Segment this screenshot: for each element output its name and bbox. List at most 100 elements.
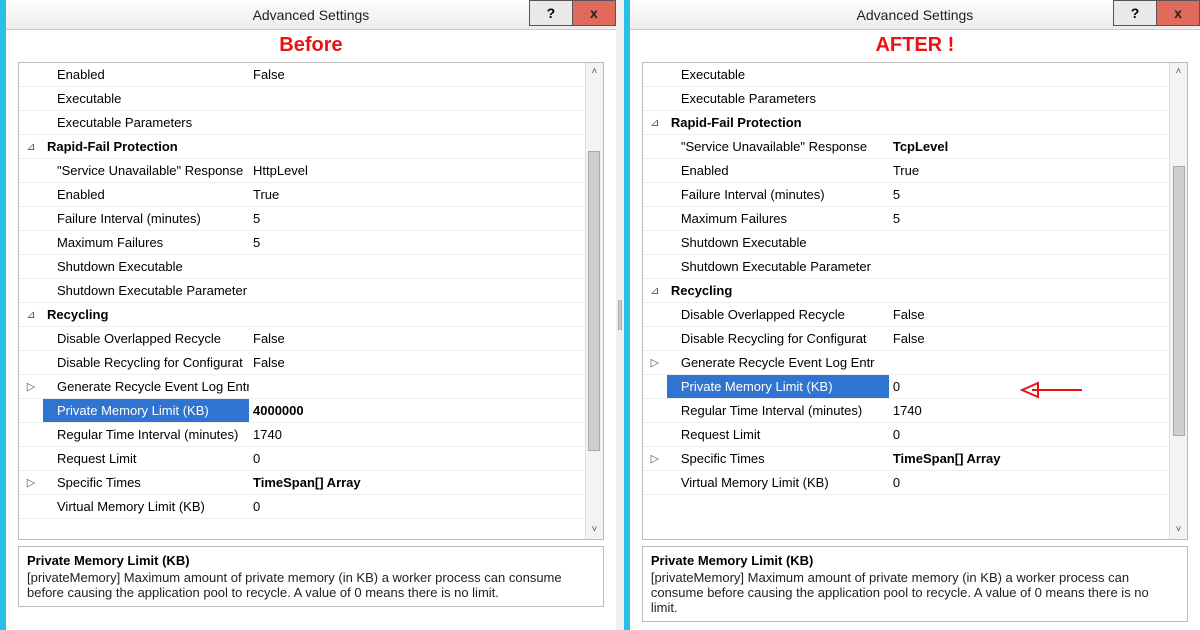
scroll-down-icon[interactable]: ˅ — [591, 521, 597, 539]
property-value[interactable] — [889, 87, 1169, 110]
gutter — [19, 159, 43, 182]
splitter[interactable] — [616, 0, 624, 630]
property-row[interactable]: Disable Overlapped RecycleFalse — [643, 303, 1169, 327]
property-row[interactable]: Shutdown Executable Parameter — [19, 279, 585, 303]
property-row[interactable]: "Service Unavailable" Response TcpLevel — [643, 135, 1169, 159]
property-row[interactable]: Maximum Failures5 — [19, 231, 585, 255]
property-row[interactable]: Virtual Memory Limit (KB)0 — [643, 471, 1169, 495]
property-value[interactable] — [249, 135, 585, 158]
property-value[interactable]: 0 — [249, 495, 585, 518]
property-row[interactable]: ▷Specific TimesTimeSpan[] Array — [19, 471, 585, 495]
property-row[interactable]: Disable Recycling for ConfiguratFalse — [643, 327, 1169, 351]
property-row[interactable]: Regular Time Interval (minutes)1740 — [19, 423, 585, 447]
property-row[interactable]: ⊿Rapid-Fail Protection — [19, 135, 585, 159]
property-value[interactable]: 1740 — [249, 423, 585, 446]
scrollbar[interactable]: ˄ ˅ — [585, 63, 603, 539]
property-row[interactable]: ▷Generate Recycle Event Log Entr — [19, 375, 585, 399]
property-value[interactable] — [249, 303, 585, 326]
property-value[interactable]: TimeSpan[] Array — [889, 447, 1169, 470]
property-row[interactable]: Executable — [643, 63, 1169, 87]
expand-icon[interactable]: ▷ — [19, 471, 43, 494]
property-row[interactable]: Failure Interval (minutes)5 — [643, 183, 1169, 207]
property-row[interactable]: Regular Time Interval (minutes)1740 — [643, 399, 1169, 423]
property-value[interactable] — [889, 231, 1169, 254]
property-row[interactable]: "Service Unavailable" Response HttpLevel — [19, 159, 585, 183]
collapse-icon[interactable]: ⊿ — [643, 279, 667, 302]
property-row[interactable]: Disable Overlapped RecycleFalse — [19, 327, 585, 351]
property-row[interactable]: EnabledFalse — [19, 63, 585, 87]
property-row[interactable]: ▷Generate Recycle Event Log Entr — [643, 351, 1169, 375]
property-value[interactable]: True — [249, 183, 585, 206]
property-row[interactable]: ⊿Recycling — [19, 303, 585, 327]
property-value[interactable]: False — [249, 327, 585, 350]
property-row[interactable]: ⊿Recycling — [643, 279, 1169, 303]
scroll-up-icon[interactable]: ˄ — [591, 63, 597, 81]
grid-rows[interactable]: ExecutableExecutable Parameters⊿Rapid-Fa… — [643, 63, 1169, 539]
before-pane: Advanced Settings ? x Before EnabledFals… — [0, 0, 616, 630]
collapse-icon[interactable]: ⊿ — [643, 111, 667, 134]
property-value[interactable]: TcpLevel — [889, 135, 1169, 158]
property-row[interactable]: Failure Interval (minutes)5 — [19, 207, 585, 231]
scroll-thumb[interactable] — [1173, 166, 1185, 436]
scroll-down-icon[interactable]: ˅ — [1176, 521, 1182, 539]
property-value[interactable] — [249, 375, 585, 398]
property-row[interactable]: Executable Parameters — [19, 111, 585, 135]
property-value[interactable]: TimeSpan[] Array — [249, 471, 585, 494]
property-value[interactable]: 0 — [249, 447, 585, 470]
property-value[interactable]: 5 — [889, 207, 1169, 230]
property-row[interactable]: Virtual Memory Limit (KB)0 — [19, 495, 585, 519]
scroll-up-icon[interactable]: ˄ — [1176, 63, 1182, 81]
property-value[interactable]: 0 — [889, 423, 1169, 446]
property-value[interactable] — [889, 255, 1169, 278]
property-row[interactable]: EnabledTrue — [643, 159, 1169, 183]
property-value[interactable] — [889, 279, 1169, 302]
expand-icon[interactable]: ▷ — [19, 375, 43, 398]
property-row[interactable]: Request Limit0 — [643, 423, 1169, 447]
property-value[interactable]: 0 — [889, 375, 1169, 398]
property-row[interactable]: Shutdown Executable Parameter — [643, 255, 1169, 279]
collapse-icon[interactable]: ⊿ — [19, 135, 43, 158]
property-row[interactable]: Disable Recycling for ConfiguratFalse — [19, 351, 585, 375]
property-row[interactable]: Executable Parameters — [643, 87, 1169, 111]
property-value[interactable]: 5 — [249, 231, 585, 254]
property-row[interactable]: Request Limit0 — [19, 447, 585, 471]
property-value[interactable]: 0 — [889, 471, 1169, 494]
expand-icon[interactable]: ▷ — [643, 447, 667, 470]
property-row[interactable]: Maximum Failures5 — [643, 207, 1169, 231]
property-row[interactable]: Private Memory Limit (KB)0 — [643, 375, 1169, 399]
collapse-icon[interactable]: ⊿ — [19, 303, 43, 326]
property-value[interactable]: 5 — [249, 207, 585, 230]
property-row[interactable]: Shutdown Executable — [19, 255, 585, 279]
property-value[interactable]: False — [889, 303, 1169, 326]
property-value[interactable]: False — [249, 351, 585, 374]
expand-icon[interactable]: ▷ — [643, 351, 667, 374]
property-value[interactable]: False — [889, 327, 1169, 350]
property-value[interactable]: True — [889, 159, 1169, 182]
close-button[interactable]: x — [1156, 0, 1200, 26]
property-value[interactable]: 4000000 — [249, 399, 585, 422]
property-row[interactable]: Private Memory Limit (KB)4000000 — [19, 399, 585, 423]
property-value[interactable] — [889, 111, 1169, 134]
scrollbar[interactable]: ˄ ˅ — [1169, 63, 1187, 539]
property-value[interactable] — [249, 255, 585, 278]
help-button[interactable]: ? — [1113, 0, 1157, 26]
property-row[interactable]: EnabledTrue — [19, 183, 585, 207]
property-value[interactable]: 5 — [889, 183, 1169, 206]
property-value[interactable]: 1740 — [889, 399, 1169, 422]
property-value[interactable] — [249, 111, 585, 134]
property-row[interactable]: Shutdown Executable — [643, 231, 1169, 255]
property-value[interactable]: HttpLevel — [249, 159, 585, 182]
property-value[interactable] — [889, 63, 1169, 86]
grid-rows[interactable]: EnabledFalseExecutableExecutable Paramet… — [19, 63, 585, 539]
close-button[interactable]: x — [572, 0, 616, 26]
scroll-thumb[interactable] — [588, 151, 600, 451]
property-value[interactable] — [249, 279, 585, 302]
property-value[interactable] — [889, 351, 1169, 374]
gutter — [643, 399, 667, 422]
property-value[interactable] — [249, 87, 585, 110]
property-row[interactable]: ⊿Rapid-Fail Protection — [643, 111, 1169, 135]
property-value[interactable]: False — [249, 63, 585, 86]
help-button[interactable]: ? — [529, 0, 573, 26]
property-row[interactable]: Executable — [19, 87, 585, 111]
property-row[interactable]: ▷Specific TimesTimeSpan[] Array — [643, 447, 1169, 471]
